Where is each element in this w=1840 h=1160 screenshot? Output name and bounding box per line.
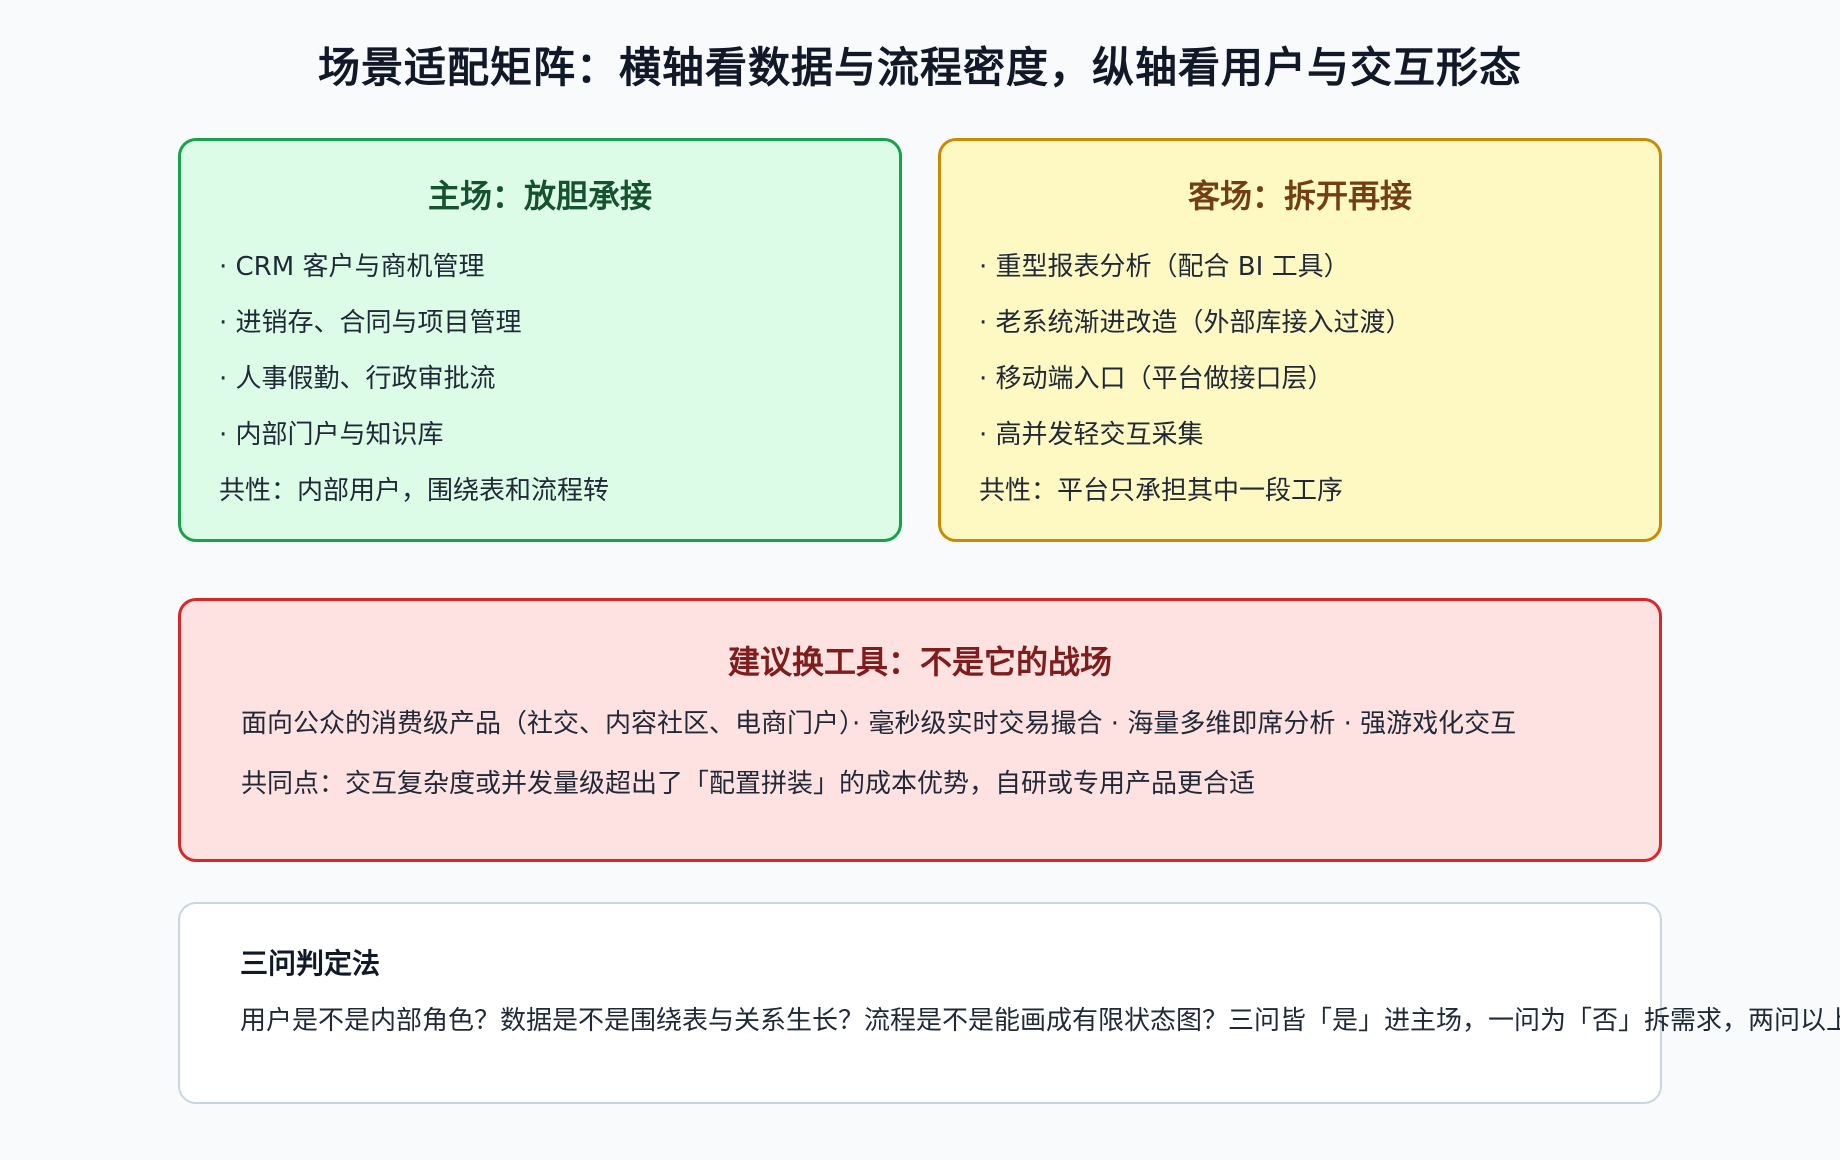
home-field-card: 主场：放胆承接 · CRM 客户与商机管理 · 进销存、合同与项目管理 · 人事… bbox=[178, 138, 902, 542]
three-questions-text: 用户是不是内部角色？数据是不是围绕表与关系生长？流程是不是能画成有限状态图？三问… bbox=[240, 1006, 1840, 1036]
switch-tool-title: 建议换工具：不是它的战场 bbox=[727, 643, 1112, 681]
switch-tool-common-point: 共同点：交互复杂度或并发量级超出了「配置拼装」的成本优势，自研或专用产品更合适 bbox=[241, 769, 1256, 799]
switch-tool-examples: 面向公众的消费级产品（社交、内容社区、电商门户）· 毫秒级实时交易撮合 · 海量… bbox=[241, 709, 1517, 739]
three-questions-card: 三问判定法 用户是不是内部角色？数据是不是围绕表与关系生长？流程是不是能画成有限… bbox=[178, 902, 1840, 1104]
list-item: · 重型报表分析（配合 BI 工具） bbox=[979, 252, 1350, 282]
away-field-list: · 重型报表分析（配合 BI 工具） · 老系统渐进改造（外部库接入过渡） · … bbox=[979, 239, 1412, 519]
three-questions-heading: 三问判定法 bbox=[240, 947, 381, 980]
list-item: · 进销存、合同与项目管理 bbox=[219, 308, 522, 338]
list-item: · 人事假勤、行政审批流 bbox=[219, 364, 496, 394]
away-field-title: 客场：拆开再接 bbox=[1187, 177, 1412, 215]
page-title: 场景适配矩阵：横轴看数据与流程密度，纵轴看用户与交互形态 bbox=[317, 43, 1522, 92]
list-item: · CRM 客户与商机管理 bbox=[219, 252, 485, 282]
home-field-list: · CRM 客户与商机管理 · 进销存、合同与项目管理 · 人事假勤、行政审批流… bbox=[219, 239, 609, 519]
list-item: · 高并发轻交互采集 bbox=[979, 420, 1204, 450]
home-field-summary: 共性：内部用户，围绕表和流程转 bbox=[219, 476, 610, 506]
list-item: · 老系统渐进改造（外部库接入过渡） bbox=[979, 308, 1412, 338]
switch-tool-card: 建议换工具：不是它的战场 面向公众的消费级产品（社交、内容社区、电商门户）· 毫… bbox=[178, 598, 1662, 862]
home-field-title: 主场：放胆承接 bbox=[427, 177, 652, 215]
list-item: · 内部门户与知识库 bbox=[219, 420, 444, 450]
list-item: · 移动端入口（平台做接口层） bbox=[979, 364, 1334, 394]
away-field-summary: 共性：平台只承担其中一段工序 bbox=[979, 476, 1344, 506]
away-field-card: 客场：拆开再接 · 重型报表分析（配合 BI 工具） · 老系统渐进改造（外部库… bbox=[938, 138, 1662, 542]
